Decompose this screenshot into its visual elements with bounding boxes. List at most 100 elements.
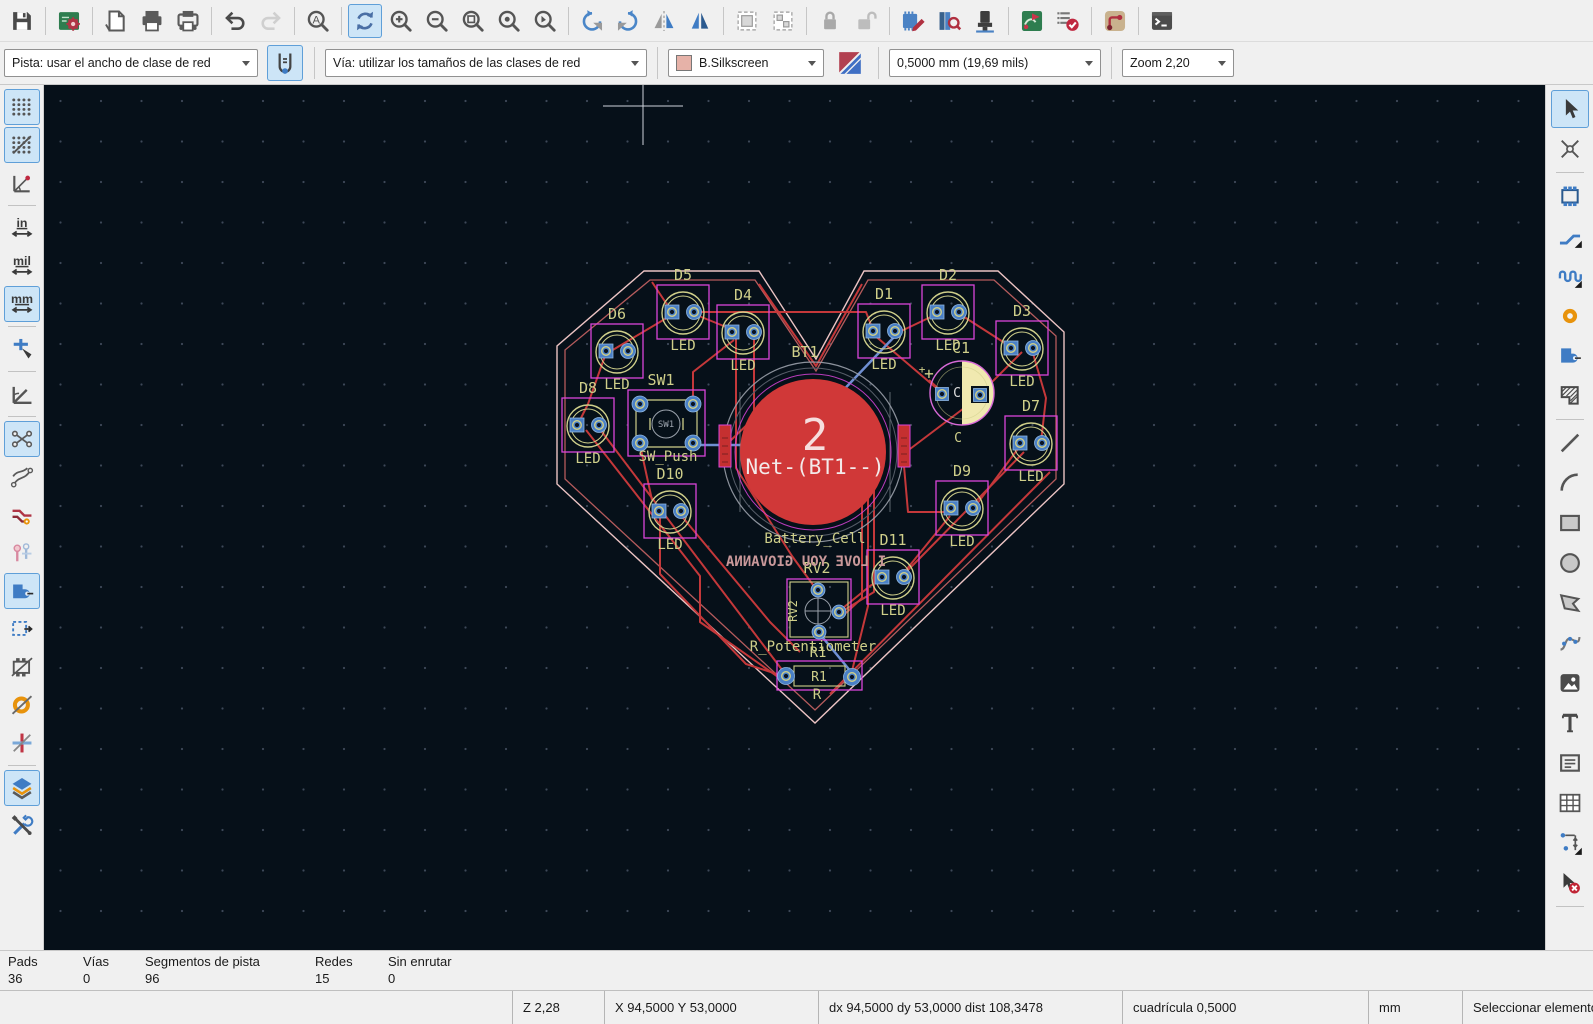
drc-check-button[interactable] <box>1051 4 1085 38</box>
undo-button[interactable] <box>218 4 252 38</box>
board-stats-bar: Pads 36 Vías 0 Segmentos de pista 96 Redes 15 Si… <box>0 950 1593 990</box>
zoom-fit-button[interactable] <box>456 4 490 38</box>
units-mm-button[interactable]: mm <box>3 286 40 322</box>
rotate-cw-icon <box>617 9 638 31</box>
layer-dropdown[interactable]: B.Silkscreen <box>668 49 824 77</box>
plot-button[interactable] <box>171 4 205 38</box>
unlock-button[interactable] <box>849 4 883 38</box>
add-keepout-tool-button[interactable] <box>1551 377 1589 415</box>
add-footprint-tool-button[interactable] <box>1551 177 1589 215</box>
units-inches-button[interactable]: in <box>4 210 40 246</box>
grid-dropdown[interactable]: 0,5000 mm (19,69 mils) <box>889 49 1101 77</box>
layer-pair-button[interactable] <box>833 45 867 81</box>
svg-text:D9: D9 <box>953 462 971 480</box>
redo-button[interactable] <box>254 4 288 38</box>
find-button[interactable]: A <box>301 4 335 38</box>
footprints-sketch-mode-button[interactable] <box>4 649 40 685</box>
add-image-tool-icon <box>1560 674 1579 692</box>
select-tool-button[interactable] <box>1550 90 1589 128</box>
polar-coordinates-button[interactable] <box>4 165 40 201</box>
statusbar-relative-position: dx 94,5000 dy 53,0000 dist 108,3478 <box>818 991 1122 1024</box>
route-settings-button[interactable] <box>1098 4 1132 38</box>
drawing-tools-toolbar <box>1545 85 1593 950</box>
ratsnest-visibility-button[interactable] <box>3 421 40 457</box>
units-mils-icon: mil <box>11 254 32 276</box>
status-pads-value: 36 <box>8 971 23 986</box>
svg-text:SW_Push: SW_Push <box>638 449 697 465</box>
status-nets-label: Redes <box>315 954 353 969</box>
svg-text:BT1: BT1 <box>791 343 818 361</box>
group-button[interactable] <box>730 4 764 38</box>
draw-polygon-tool-button[interactable] <box>1551 584 1589 622</box>
add-text-tool-button[interactable] <box>1551 704 1589 742</box>
drc-check-icon <box>1057 11 1079 31</box>
vias-sketch-mode-button[interactable] <box>4 535 40 571</box>
tune-length-tool-button[interactable] <box>1551 257 1589 295</box>
add-table-tool-button[interactable] <box>1551 784 1589 822</box>
zoom-dropdown[interactable]: Zoom 2,20 <box>1122 49 1234 77</box>
draw-bezier-tool-button[interactable] <box>1551 624 1589 662</box>
add-zone-tool-button[interactable] <box>1551 337 1589 375</box>
plot-icon <box>177 10 199 31</box>
zoom-out-button[interactable] <box>420 4 454 38</box>
add-image-tool-button[interactable] <box>1551 664 1589 702</box>
board-setup-button[interactable] <box>52 4 86 38</box>
footprint-wizard-button[interactable] <box>968 4 1002 38</box>
main-toolbar: A <box>0 0 1593 42</box>
via-size-dropdown[interactable]: Vía: utilizar los tamaños de las clases … <box>325 49 647 77</box>
zones-sketch-mode-button[interactable] <box>4 611 40 647</box>
lock-button[interactable] <box>813 4 847 38</box>
draw-arc-tool-button[interactable] <box>1551 464 1589 502</box>
print-button[interactable] <box>135 4 169 38</box>
update-pcb-button[interactable] <box>1015 4 1049 38</box>
draw-circle-tool-button[interactable] <box>1551 544 1589 582</box>
svg-text:LED: LED <box>949 534 974 550</box>
tracks-sketch-mode-button[interactable] <box>4 497 40 533</box>
units-mils-button[interactable]: mil <box>4 248 40 284</box>
draw-rectangle-tool-button[interactable] <box>1551 504 1589 542</box>
route-settings-icon <box>1104 10 1126 31</box>
track-posture-button[interactable] <box>267 45 303 81</box>
layers-manager-button[interactable] <box>3 770 40 806</box>
save-icon <box>13 11 31 30</box>
flip-horizontal-button[interactable] <box>647 4 681 38</box>
highlight-net-tool-button[interactable] <box>1551 130 1589 168</box>
add-textbox-tool-button[interactable] <box>1551 744 1589 782</box>
pads-sketch-mode-button[interactable] <box>3 573 40 609</box>
preferences-tools-button[interactable] <box>4 808 40 844</box>
add-dimension-tool-button[interactable] <box>1551 824 1589 862</box>
angle-45-mode-button[interactable] <box>4 376 40 412</box>
draw-line-tool-button[interactable] <box>1551 424 1589 462</box>
zone-fill-hidden-icon <box>11 695 32 715</box>
ratsnest-curved-button[interactable] <box>4 459 40 495</box>
board-text[interactable]: I LOVE YOU GIOVANNA <box>725 554 886 570</box>
footprint-browser-button[interactable] <box>932 4 966 38</box>
delete-tool-button[interactable] <box>1551 864 1589 902</box>
mirror-vertical-button[interactable] <box>683 4 717 38</box>
ungroup-button[interactable] <box>766 4 800 38</box>
clearance-outlines-button[interactable] <box>4 725 40 761</box>
pcb-canvas[interactable]: D1 LED D2 LED D3 LED D4 LED D5 LED D6 LED D7 LED D8 LED… <box>44 85 1545 950</box>
grid-visibility-button[interactable] <box>3 89 40 125</box>
svg-text:D2: D2 <box>939 266 957 284</box>
draw-circle-tool-icon <box>1559 553 1580 573</box>
page-settings-button[interactable] <box>99 4 133 38</box>
add-via-tool-button[interactable] <box>1551 297 1589 335</box>
svg-text:SW1: SW1 <box>647 371 674 389</box>
clearance-outlines-icon <box>12 733 31 753</box>
crosshair-style-button[interactable] <box>4 331 40 367</box>
save-button[interactable] <box>5 4 39 38</box>
scripting-console-button[interactable] <box>1145 4 1179 38</box>
refresh-button[interactable] <box>348 3 382 38</box>
footprint-editor-button[interactable] <box>896 4 930 38</box>
zone-fill-hidden-button[interactable] <box>4 687 40 723</box>
rotate-ccw-button[interactable] <box>575 4 609 38</box>
zoom-objects-button[interactable] <box>492 4 526 38</box>
zoom-in-button[interactable] <box>384 4 418 38</box>
svg-text:C: C <box>954 431 962 446</box>
track-width-dropdown[interactable]: Pista: usar el ancho de clase de red <box>4 49 258 77</box>
grid-overrides-button[interactable] <box>3 127 40 163</box>
route-tracks-tool-button[interactable] <box>1551 217 1589 255</box>
zoom-selection-button[interactable] <box>528 4 562 38</box>
rotate-cw-button[interactable] <box>611 4 645 38</box>
